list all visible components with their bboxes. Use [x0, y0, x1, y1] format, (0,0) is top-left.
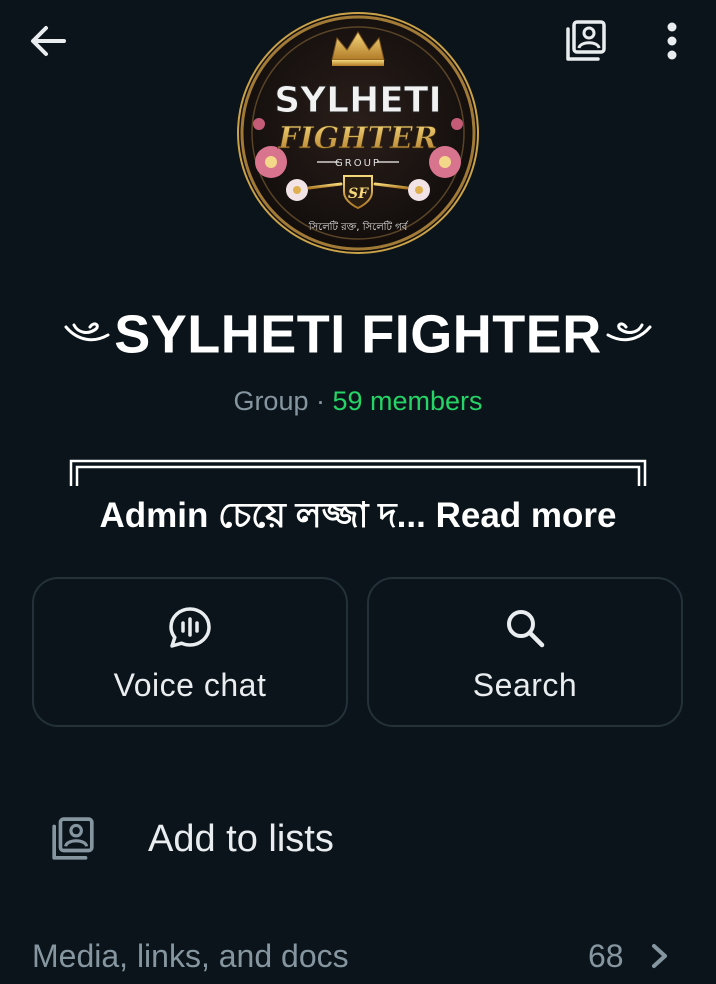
media-links-docs-label: Media, links, and docs — [32, 938, 349, 974]
media-count: 68 — [588, 938, 624, 974]
search-icon — [502, 605, 548, 651]
search-button[interactable]: Search — [367, 577, 683, 727]
lists-button[interactable] — [558, 14, 614, 68]
group-logo-image: SYLHETI FIGHTER GROUP SF সিলেটি রক্ত, সি… — [240, 15, 476, 251]
lists-icon — [566, 20, 606, 61]
logo-monogram: SF — [348, 186, 369, 202]
more-options-button[interactable] — [650, 16, 694, 66]
more-vertical-icon — [667, 22, 677, 60]
logo-title-line1: SYLHETI — [274, 80, 442, 121]
search-label: Search — [472, 667, 578, 703]
group-name-text: SYLHETI FIGHTER — [114, 304, 602, 365]
group-meta: Group · 59 members — [0, 386, 716, 417]
add-to-lists-row[interactable]: Add to lists — [0, 800, 716, 882]
group-type-label: Group — [233, 386, 309, 416]
arrow-left-icon — [31, 26, 66, 56]
group-name: SYLHETI FIGHTER — [0, 300, 716, 366]
group-avatar[interactable]: SYLHETI FIGHTER GROUP SF সিলেটি রক্ত, সি… — [237, 12, 479, 254]
ornament-right-icon — [606, 322, 652, 341]
add-to-lists-label: Add to lists — [148, 818, 334, 860]
back-button[interactable] — [20, 16, 76, 66]
ornament-left-icon — [64, 322, 110, 341]
logo-title-line2: FIGHTER — [277, 121, 437, 156]
description-frame-decoration — [69, 459, 647, 486]
crown-icon — [331, 31, 385, 66]
logo-tagline: সিলেটি রক্ত, সিলেটি গর্ব — [308, 220, 409, 233]
voice-chat-icon — [167, 605, 213, 651]
media-links-docs-row[interactable]: Media, links, and docs 68 — [0, 930, 716, 984]
meta-separator: · — [308, 386, 333, 416]
voice-chat-label: Voice chat — [113, 667, 267, 703]
lists-icon — [52, 817, 94, 860]
members-count-link[interactable]: 59 members — [332, 386, 482, 416]
logo-group-word: GROUP — [335, 158, 381, 169]
chevron-right-icon — [652, 944, 667, 968]
voice-chat-button[interactable]: Voice chat — [32, 577, 348, 727]
group-description[interactable]: Admin চেয়ে লজ্জা দ... Read more — [0, 488, 716, 547]
